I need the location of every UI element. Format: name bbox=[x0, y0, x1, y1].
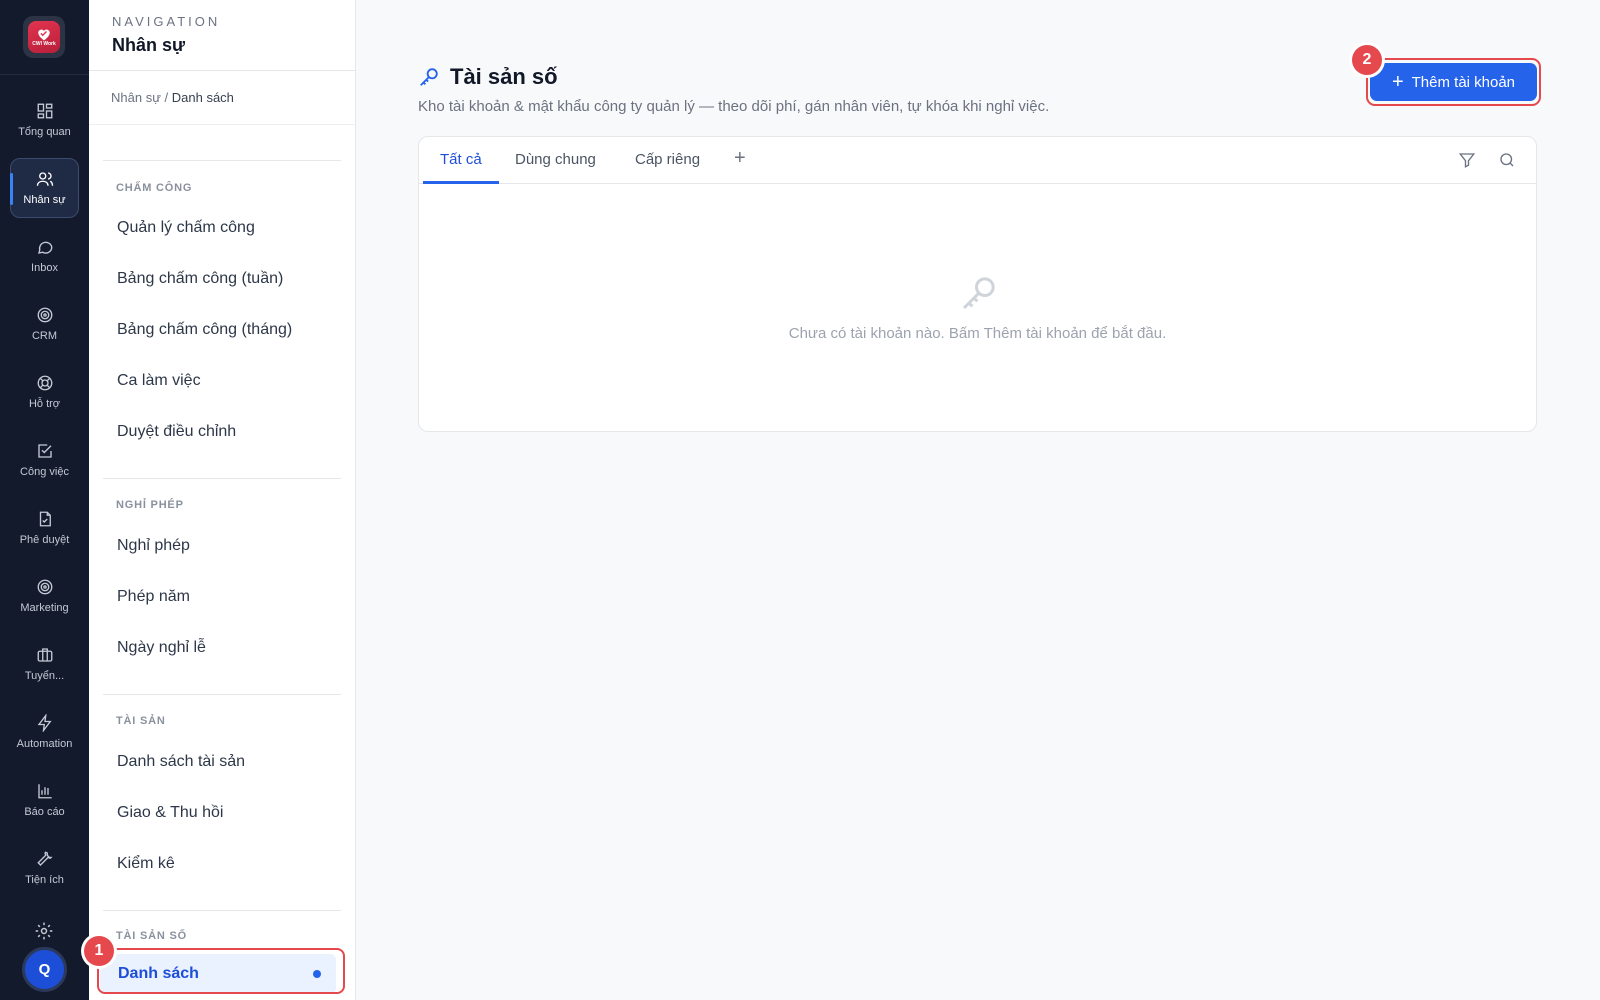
rail-item-ho-tro[interactable]: Hỗ trợ bbox=[10, 362, 79, 422]
tab-bar: Tất cả Dùng chung Cấp riêng + bbox=[419, 137, 1536, 184]
breadcrumb: Nhân sự / Danh sách bbox=[111, 90, 234, 105]
nav-item-bang-cham-cong-tuan[interactable]: Bảng chấm công (tuần) bbox=[117, 270, 283, 288]
divider bbox=[89, 70, 356, 71]
rail-item-cong-viec[interactable]: Công việc bbox=[10, 430, 79, 490]
bolt-icon bbox=[37, 713, 52, 732]
rail-item-label: Báo cáo bbox=[24, 805, 65, 818]
rail-item-tong-quan[interactable]: Tổng quan bbox=[10, 90, 79, 150]
section-title-nghi-phep: NGHỈ PHÉP bbox=[116, 499, 184, 511]
logo-text: CWI Work bbox=[32, 41, 56, 47]
step-badge-1: 1 bbox=[84, 936, 114, 966]
rail-item-tuyen-dung[interactable]: Tuyển... bbox=[10, 634, 79, 694]
tab-tat-ca[interactable]: Tất cả bbox=[440, 151, 482, 168]
briefcase-icon bbox=[37, 647, 52, 662]
plus-icon: + bbox=[1391, 71, 1404, 93]
breadcrumb-current: Danh sách bbox=[171, 90, 234, 105]
rail-item-crm[interactable]: CRM bbox=[10, 294, 79, 354]
key-icon bbox=[420, 68, 438, 86]
rail-item-tien-ich[interactable]: Tiện ích bbox=[10, 838, 79, 898]
rail-item-bao-cao[interactable]: Báo cáo bbox=[10, 770, 79, 830]
app-rail: CWI Work Tổng quan Nhân sự Inbox CRM Hỗ … bbox=[0, 0, 89, 1000]
dashboard-icon bbox=[37, 103, 52, 118]
app-logo[interactable]: CWI Work bbox=[23, 16, 65, 58]
rail-item-label: Công việc bbox=[20, 465, 69, 478]
rail-item-label: Tiện ích bbox=[25, 873, 64, 886]
page-title: Tài sản số bbox=[450, 64, 558, 89]
key-icon bbox=[962, 277, 995, 310]
divider bbox=[89, 124, 356, 125]
nav-item-nghi-phep[interactable]: Nghỉ phép bbox=[117, 537, 190, 555]
nav-item-phep-nam[interactable]: Phép năm bbox=[117, 588, 190, 606]
section-title-tai-san-so: TÀI SẢN SỐ bbox=[116, 930, 187, 942]
empty-state-text: Chưa có tài khoản nào. Bấm Thêm tài khoả… bbox=[788, 325, 1167, 342]
users-icon bbox=[36, 171, 53, 186]
nav-title: Nhân sự bbox=[112, 35, 186, 55]
breadcrumb-parent[interactable]: Nhân sự / bbox=[111, 90, 168, 105]
section-divider bbox=[103, 160, 341, 161]
nav-item-label: Danh sách bbox=[118, 965, 199, 982]
rail-item-inbox[interactable]: Inbox bbox=[10, 226, 79, 286]
nav-item-bang-cham-cong-thang[interactable]: Bảng chấm công (tháng) bbox=[117, 321, 292, 339]
target-icon bbox=[37, 307, 52, 322]
rail-item-nhan-su[interactable]: Nhân sự bbox=[10, 158, 79, 218]
rail-item-label: Phê duyệt bbox=[19, 533, 70, 546]
rail-item-label: Inbox bbox=[31, 261, 58, 274]
active-tab-indicator bbox=[423, 181, 499, 184]
rail-item-label: Tuyển... bbox=[24, 669, 65, 682]
section-divider bbox=[103, 910, 341, 911]
user-avatar[interactable]: Q bbox=[22, 947, 67, 992]
target-icon bbox=[37, 579, 52, 594]
add-account-label: Thêm tài khoản bbox=[1411, 73, 1516, 91]
rail-item-marketing[interactable]: Marketing bbox=[10, 566, 79, 626]
nav-item-danh-sach[interactable]: Danh sách bbox=[100, 954, 336, 994]
section-divider bbox=[103, 478, 341, 479]
wrench-icon bbox=[36, 850, 53, 866]
rail-item-label: Hỗ trợ bbox=[28, 397, 61, 410]
rail-item-automation[interactable]: Automation bbox=[10, 702, 79, 762]
rail-item-label: Tổng quan bbox=[18, 125, 71, 138]
nav-item-kiem-ke[interactable]: Kiểm kê bbox=[117, 855, 175, 873]
rail-item-label: Nhân sự bbox=[23, 193, 66, 206]
page-subtitle: Kho tài khoản & mật khẩu công ty quản lý… bbox=[418, 98, 1050, 115]
nav-item-ngay-nghi-le[interactable]: Ngày nghỉ lễ bbox=[117, 639, 206, 657]
tab-cap-rieng[interactable]: Cấp riêng bbox=[635, 151, 700, 168]
gear-icon[interactable] bbox=[34, 921, 54, 941]
section-divider bbox=[103, 694, 341, 695]
nav-item-giao-thu-hoi[interactable]: Giao & Thu hồi bbox=[117, 804, 223, 822]
nav-overline: NAVIGATION bbox=[112, 14, 221, 29]
rail-item-label: Automation bbox=[16, 737, 73, 750]
add-tab-button[interactable]: + bbox=[734, 147, 746, 170]
lifebuoy-icon bbox=[37, 375, 52, 390]
section-title-cham-cong: CHẤM CÔNG bbox=[116, 182, 193, 194]
nav-header: NAVIGATION Nhân sự bbox=[112, 14, 220, 56]
nav-item-danh-sach-tai-san[interactable]: Danh sách tài sản bbox=[117, 753, 245, 771]
add-account-button[interactable]: + Thêm tài khoản bbox=[1370, 63, 1537, 101]
page-header: Tài sản số bbox=[418, 64, 558, 90]
section-title-tai-san: TÀI SẢN bbox=[116, 715, 166, 727]
nav-item-quan-ly-cham-cong[interactable]: Quản lý chấm công bbox=[117, 219, 255, 237]
bar-chart-icon bbox=[37, 783, 52, 798]
rail-item-phe-duyet[interactable]: Phê duyệt bbox=[10, 498, 79, 558]
heart-icon bbox=[38, 29, 50, 41]
tab-dung-chung[interactable]: Dùng chung bbox=[515, 151, 596, 168]
rail-divider bbox=[0, 74, 89, 75]
filter-icon[interactable] bbox=[1458, 151, 1476, 169]
nav-item-ca-lam-viec[interactable]: Ca làm việc bbox=[117, 372, 201, 390]
accounts-card: Tất cả Dùng chung Cấp riêng + Chưa có tà… bbox=[418, 136, 1537, 432]
search-icon[interactable] bbox=[1498, 151, 1516, 169]
nav-panel: NAVIGATION Nhân sự Nhân sự / Danh sách C… bbox=[89, 0, 356, 1000]
step-badge-2: 2 bbox=[1352, 45, 1382, 75]
checkbox-icon bbox=[37, 443, 52, 458]
rail-item-label: Marketing bbox=[20, 601, 69, 614]
rail-item-label: CRM bbox=[31, 329, 58, 342]
active-dot bbox=[313, 970, 321, 978]
file-approve-icon bbox=[39, 511, 51, 526]
nav-item-duyet-dieu-chinh[interactable]: Duyệt điều chỉnh bbox=[117, 423, 236, 441]
chat-icon bbox=[37, 241, 52, 254]
